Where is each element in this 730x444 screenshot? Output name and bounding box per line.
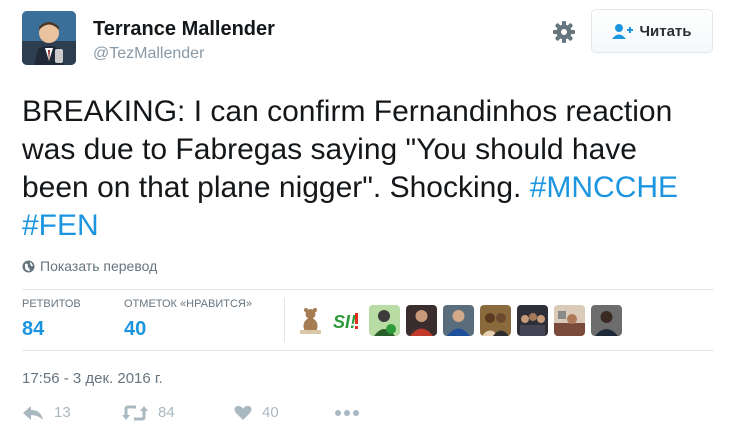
reply-count: 13: [54, 404, 71, 421]
globe-icon: [22, 260, 35, 272]
divider: [22, 289, 714, 290]
retweet-button[interactable]: 84: [122, 404, 234, 421]
follow-user-icon: [612, 24, 634, 39]
liker-avatar-si[interactable]: SI!: [332, 305, 363, 336]
retweet-count: 84: [158, 404, 175, 421]
gear-icon[interactable]: [552, 20, 576, 44]
action-bar: 13 84 40: [22, 404, 360, 421]
retweet-icon: [122, 405, 148, 420]
liker-avatar-people[interactable]: [480, 305, 511, 336]
translate-label: Показать перевод: [40, 258, 158, 274]
likes-label: ОТМЕТОК «НРАВИТСЯ»: [124, 298, 252, 310]
reply-button[interactable]: 13: [22, 404, 122, 421]
liker-avatar-green[interactable]: [369, 305, 400, 336]
more-dots-icon: [335, 409, 359, 416]
liker-avatar-room[interactable]: [554, 305, 585, 336]
more-button[interactable]: [334, 409, 360, 417]
retweets-label: РЕТВИТОВ: [22, 298, 81, 310]
hashtag-link[interactable]: #MNCCHE: [530, 171, 678, 204]
tweet-timestamp[interactable]: 17:56 - 3 дек. 2016 г.: [22, 370, 163, 387]
liker-si-text: SI!: [333, 312, 356, 332]
liker-avatar-blue-kit[interactable]: [443, 305, 474, 336]
liker-avatar-teddy[interactable]: [295, 305, 326, 336]
like-count: 40: [262, 404, 279, 421]
author-avatar[interactable]: [22, 11, 76, 65]
follow-button-label: Читать: [639, 22, 692, 40]
follow-button[interactable]: Читать: [591, 9, 713, 53]
divider: [22, 350, 714, 351]
like-button[interactable]: 40: [234, 404, 334, 421]
likers-list: SI!: [295, 305, 622, 336]
likes-count[interactable]: 40: [124, 318, 146, 341]
liker-avatar-red-kit[interactable]: [406, 305, 437, 336]
hashtag-link[interactable]: #FEN: [22, 209, 99, 242]
tweet-text: BREAKING: I can confirm Fernandinhos rea…: [22, 93, 712, 245]
author-name[interactable]: Terrance Mallender: [93, 18, 275, 41]
reply-icon: [23, 405, 43, 420]
liker-avatar-group[interactable]: [517, 305, 548, 336]
heart-icon: [234, 405, 252, 420]
stats-separator: [284, 298, 285, 342]
liker-avatar-dark[interactable]: [591, 305, 622, 336]
translate-link[interactable]: Показать перевод: [22, 258, 157, 274]
retweets-count[interactable]: 84: [22, 318, 44, 341]
author-handle[interactable]: @TezMallender: [93, 45, 204, 63]
